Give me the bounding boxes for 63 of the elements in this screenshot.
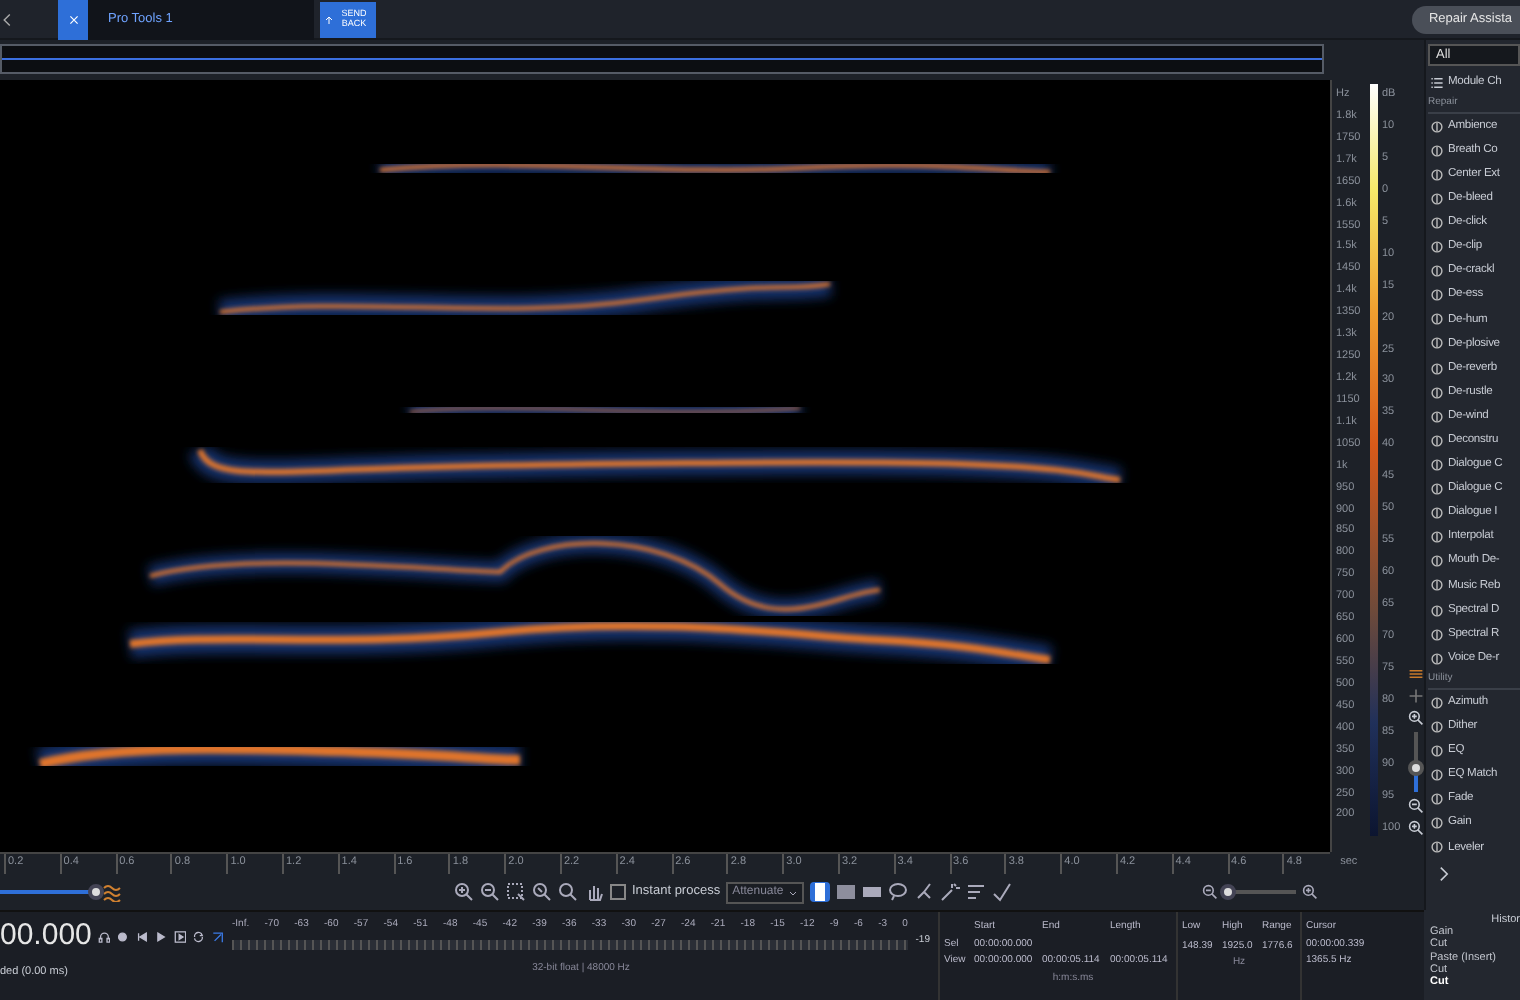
module-icon — [1430, 627, 1444, 642]
checkmark-icon[interactable] — [991, 882, 1012, 902]
module-icon — [1430, 578, 1444, 593]
lasso-select-icon[interactable] — [887, 882, 908, 902]
instant-process-checkbox[interactable] — [610, 884, 626, 900]
module-icon — [1430, 530, 1444, 545]
module-icon — [1430, 768, 1444, 783]
zoom-in-icon[interactable] — [1407, 820, 1423, 836]
spectrogram-view[interactable] — [0, 80, 1330, 852]
wand-select-icon[interactable] — [939, 882, 960, 902]
module-icon — [1430, 336, 1444, 351]
module-icon — [1430, 167, 1444, 182]
zoom-in-icon[interactable] — [1407, 710, 1423, 726]
module-icon — [1430, 792, 1444, 807]
module-icon — [1430, 433, 1444, 448]
play-icon[interactable] — [154, 927, 168, 945]
module-icon — [1430, 695, 1444, 710]
module-icon — [1430, 651, 1444, 666]
rectangle-select-icon[interactable] — [835, 882, 856, 902]
crosshair-icon[interactable] — [1407, 688, 1423, 704]
module-icon — [1430, 457, 1444, 472]
arrow-up-icon — [324, 13, 334, 25]
skip-back-icon[interactable] — [135, 927, 149, 945]
play-selection-icon[interactable] — [173, 927, 187, 945]
time-display: 00.000 — [0, 918, 92, 954]
module-icon — [1430, 816, 1444, 831]
record-icon[interactable] — [116, 927, 130, 945]
headphones-icon[interactable] — [97, 927, 111, 945]
zoom-out-icon[interactable] — [1202, 884, 1218, 900]
module-icon — [1430, 361, 1444, 376]
module-icon — [1430, 506, 1444, 521]
zoom-in-icon[interactable] — [1302, 884, 1318, 900]
list-icon — [1430, 75, 1444, 90]
module-icon — [1430, 143, 1444, 158]
zoom-in-icon[interactable] — [454, 882, 474, 902]
waveform-overview[interactable] — [0, 44, 1324, 74]
zoom-out-icon[interactable] — [1407, 798, 1423, 814]
magnifier-icon[interactable] — [558, 882, 578, 902]
module-icon — [1430, 409, 1444, 424]
time-select-icon[interactable] — [809, 882, 830, 902]
module-icon — [1430, 264, 1444, 279]
module-icon — [1430, 312, 1444, 327]
module-icon — [1430, 191, 1444, 206]
module-icon — [1430, 719, 1444, 734]
module-icon — [1430, 743, 1444, 758]
harmonic-select-icon[interactable] — [965, 882, 986, 902]
zoom-fit-icon[interactable] — [532, 882, 552, 902]
module-icon — [1430, 216, 1444, 231]
module-icon — [1430, 240, 1444, 255]
module-icon — [1430, 554, 1444, 569]
close-icon — [67, 13, 79, 25]
module-icon — [1430, 288, 1444, 303]
module-icon — [1430, 840, 1444, 855]
module-icon — [1430, 119, 1444, 134]
frequency-select-icon[interactable] — [861, 882, 882, 902]
zoom-out-icon[interactable] — [480, 882, 500, 902]
module-icon — [1430, 603, 1444, 618]
chevron-right-icon[interactable] — [1436, 865, 1452, 882]
loop-icon[interactable] — [192, 927, 206, 945]
module-icon — [1430, 482, 1444, 497]
module-icon — [1430, 385, 1444, 400]
back-chevron-icon[interactable] — [0, 9, 14, 29]
zoom-selection-icon[interactable] — [506, 882, 526, 902]
